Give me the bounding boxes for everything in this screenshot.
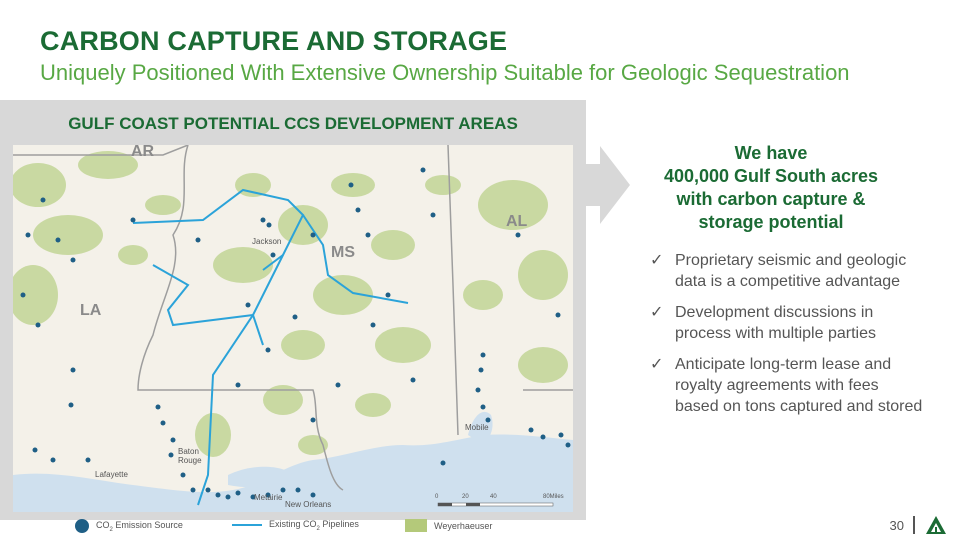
right-arrow-icon [584,146,630,224]
acres-callout: We have 400,000 Gulf South acres with ca… [640,142,902,234]
callout-line-3: with carbon capture & [676,189,866,209]
bullet-item: ✓ Proprietary seismic and geologic data … [650,250,925,292]
bullet-text: Anticipate long-term lease and royalty a… [675,356,923,415]
bullet-item: ✓ Anticipate long-term lease and royalty… [650,354,925,417]
state-label-ms: MS [331,244,355,261]
legend-ownership-label: Weyerhaeuser [434,520,493,531]
legend-pipelines: Existing CO2 Pipelines [232,519,359,532]
checkmark-icon: ✓ [650,304,664,321]
state-label-la: LA [80,302,102,319]
state-label-al: AL [506,213,528,230]
weyerhaeuser-tree-icon [926,516,946,534]
scale-tick-20: 20 [462,494,469,500]
city-label-mobile: Mobile [465,423,489,432]
bullet-text: Proprietary seismic and geologic data is… [675,252,907,290]
scale-tick-80: 80Miles [543,494,564,500]
map-scale-bar [437,502,554,507]
legend-emission-label: CO [96,519,110,530]
city-label-metairie: Metairie [254,493,283,502]
city-label-new-orleans: New Orleans [285,500,332,509]
callout-line-2: 400,000 Gulf South acres [663,166,879,186]
ownership-swatch-icon [405,519,427,532]
city-label-baton-rouge: Baton Rouge [178,447,202,465]
bullet-list: ✓ Proprietary seismic and geologic data … [650,250,925,427]
scale-tick-40: 40 [490,494,497,500]
legend-emission-suffix: Emission Source [112,519,183,530]
pipeline-line-icon [232,524,262,527]
footer-divider [913,516,915,534]
city-label-lafayette: Lafayette [95,470,128,479]
state-label-ar: AR [131,145,155,160]
map-legend: CO2 Emission Source Existing CO2 Pipelin… [0,517,586,537]
checkmark-icon: ✓ [650,252,664,269]
legend-pipeline-suffix: Pipelines [319,519,359,529]
page-subtitle: Uniquely Positioned With Extensive Owner… [40,60,850,85]
bullet-text: Development discussions in process with … [675,304,876,342]
scale-tick-0: 0 [435,494,439,500]
legend-pipeline-label: Existing CO [269,519,317,529]
map-panel-title: GULF COAST POTENTIAL CCS DEVELOPMENT ARE… [68,114,518,133]
page-number: 30 [889,518,904,533]
checkmark-icon: ✓ [650,356,664,373]
legend-emission-source: CO2 Emission Source [75,519,183,533]
legend-weyerhaeuser: Weyerhaeuser [405,519,492,532]
callout-line-1: We have [734,143,808,163]
bullet-item: ✓ Development discussions in process wit… [650,302,925,344]
city-label-jackson: Jackson [252,237,282,246]
page-title: CARBON CAPTURE AND STORAGE [40,26,508,56]
emission-dot-icon [75,519,89,533]
callout-line-4: storage potential [698,212,844,232]
gulf-coast-map: AR AL MS LA Jackson Mobile Baton Rouge L… [13,145,573,512]
